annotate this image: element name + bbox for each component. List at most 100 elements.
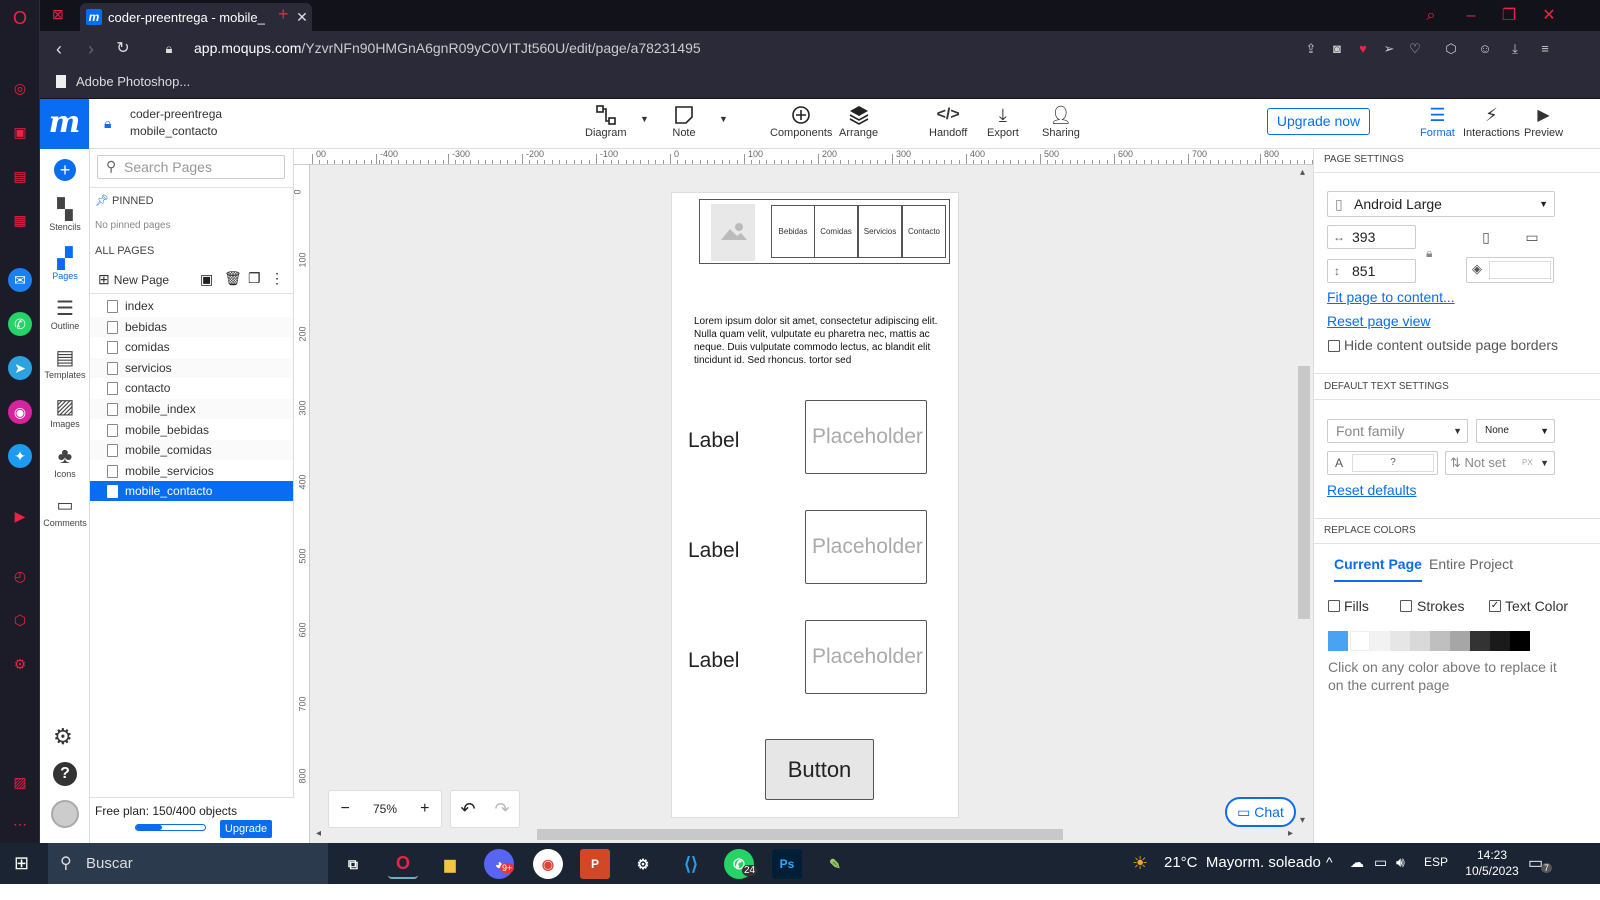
chrome-icon[interactable]: ◉ (533, 849, 563, 879)
whatsapp-icon[interactable]: ✆ (8, 312, 32, 336)
handoff-button[interactable]: </> Handoff (929, 103, 967, 147)
page-item[interactable]: mobile_servicios (90, 461, 293, 481)
font-weight-select[interactable]: None ▼ (1476, 419, 1555, 443)
zoom-in-icon[interactable]: + (420, 800, 429, 818)
note-dropdown-icon[interactable]: ▼ (719, 114, 728, 124)
bookmark-photoshop[interactable]: Adobe Photoshop... (56, 74, 190, 89)
wf-input[interactable]: Placeholder (805, 400, 927, 474)
opera-taskbar-icon[interactable]: O (388, 849, 418, 879)
color-swatch[interactable] (1410, 631, 1430, 651)
vertical-scrollbar[interactable] (1298, 366, 1310, 619)
color-swatch[interactable] (1350, 631, 1370, 651)
search-tabs-icon[interactable]: ⌕ (1412, 4, 1450, 28)
page-item[interactable]: mobile_index (90, 399, 293, 419)
redo-icon[interactable]: ↷ (494, 799, 509, 820)
wf-label[interactable]: Label (688, 429, 739, 453)
profile-icon[interactable]: ☺ (1476, 40, 1494, 58)
rail-templates[interactable]: ▤ Templates (40, 344, 90, 381)
text-color-checkbox[interactable]: ✓ (1489, 600, 1501, 612)
network-icon[interactable]: ▭ (1374, 854, 1387, 871)
more-options-icon[interactable]: ⋮ (270, 270, 284, 287)
minimize-icon[interactable]: – (1452, 4, 1490, 28)
background-color-field[interactable]: ◈ (1466, 257, 1554, 283)
color-swatch[interactable] (1450, 631, 1470, 651)
new-page-button[interactable]: ⊞ New Page (98, 271, 169, 288)
upgrade-now-button[interactable]: Upgrade now (1267, 108, 1370, 135)
heart-icon[interactable]: ♡ (1406, 40, 1424, 58)
help-icon[interactable]: ? (53, 762, 77, 786)
tab-current-page[interactable]: Current Page (1334, 556, 1422, 582)
wf-input[interactable]: Placeholder (805, 620, 927, 694)
canvas[interactable]: Bebidas Comidas Servicios Contacto Lorem… (310, 165, 1313, 845)
twitter-icon[interactable]: ✦ (8, 444, 32, 468)
line-height-field[interactable]: ⇅ Not set PX ▼ (1445, 451, 1555, 475)
avatar[interactable] (51, 800, 79, 828)
forward-icon[interactable]: › (80, 38, 102, 60)
tab-menu-icon[interactable]: ⊠ (52, 6, 64, 23)
page-item[interactable]: servicios (90, 357, 293, 378)
url-field[interactable]: app.moqups.com/YzvrNFn90HMGnA6gnR09yC0VI… (194, 40, 701, 56)
restore-icon[interactable]: ❐ (1490, 4, 1528, 28)
chat-button[interactable]: ▭ Chat (1225, 797, 1296, 827)
height-field[interactable]: ↕ 851 (1327, 259, 1416, 283)
rail-icons[interactable]: ♣ Icons (40, 443, 90, 479)
wf-label[interactable]: Label (688, 539, 739, 563)
wf-nav-contacto[interactable]: Contacto (902, 205, 946, 258)
strokes-checkbox[interactable] (1400, 600, 1412, 612)
device-select[interactable]: ▯ Android Large ▼ (1327, 191, 1555, 217)
wf-button[interactable]: Button (765, 739, 874, 800)
lock-project-icon[interactable]: 🔒︎ (104, 115, 111, 132)
wf-label[interactable]: Label (688, 649, 739, 673)
show-hidden-icon[interactable]: ^ (1326, 854, 1333, 870)
easy-setup-icon[interactable]: ≡ (1536, 40, 1554, 58)
settings-gear-icon[interactable]: ⚙ (53, 724, 73, 750)
page-item[interactable]: index (90, 296, 293, 316)
player-icon[interactable]: ▶ (8, 504, 32, 528)
reset-defaults-link[interactable]: Reset defaults (1327, 482, 1417, 498)
shopping-bag-icon[interactable]: ▣ (8, 120, 32, 144)
task-view-icon[interactable]: ⧉ (338, 849, 368, 879)
wf-nav-comidas[interactable]: Comidas (814, 205, 858, 258)
taskbar-search[interactable]: ⚲ Buscar (48, 843, 328, 884)
landscape-icon[interactable]: ▭ (1510, 225, 1554, 249)
cube-icon[interactable]: ⬡ (8, 608, 32, 632)
rail-comments[interactable]: ▭ Comments (40, 492, 90, 529)
preview-button[interactable]: ▶ Preview (1524, 103, 1563, 147)
scroll-down-icon[interactable]: ▾ (1300, 815, 1305, 826)
project-info[interactable]: coder-preentrega mobile_contacto (130, 106, 222, 140)
weather-text[interactable]: 21°C Mayorm. soleado (1164, 854, 1321, 871)
windows-start-icon[interactable]: ⊞ (14, 853, 29, 874)
page-item[interactable]: mobile_comidas (90, 440, 293, 461)
wf-nav-bebidas[interactable]: Bebidas (771, 205, 815, 258)
rail-pages[interactable]: ▞ Pages (40, 245, 90, 282)
messenger-icon[interactable]: ✉ (8, 268, 32, 292)
export-button[interactable]: ⤓ Export (987, 103, 1019, 147)
zoom-level[interactable]: 75% (373, 802, 397, 816)
volume-icon[interactable]: 🔊︎ (1396, 854, 1405, 871)
onedrive-icon[interactable]: ☁ (1350, 854, 1364, 871)
history-icon[interactable]: ◴ (8, 564, 32, 588)
gallery-icon[interactable]: ▨ (8, 770, 32, 794)
zoom-out-icon[interactable]: − (341, 800, 350, 818)
opera-logo-icon[interactable]: O (8, 6, 32, 30)
color-swatch[interactable] (1430, 631, 1450, 651)
width-field[interactable]: ↔ 393 (1327, 225, 1416, 249)
color-swatch[interactable] (1390, 631, 1410, 651)
new-folder-icon[interactable]: ▣ (200, 271, 213, 288)
font-size-field[interactable]: A ? (1327, 451, 1438, 475)
scroll-left-icon[interactable]: ◂ (316, 828, 321, 839)
color-swatch[interactable] (1328, 631, 1348, 651)
reload-icon[interactable]: ↻ (112, 38, 134, 60)
color-swatch[interactable] (1510, 631, 1530, 651)
color-swatch[interactable] (1370, 631, 1390, 651)
pocket-icon[interactable]: ♥ (1354, 40, 1372, 58)
moqups-logo[interactable]: m (40, 99, 89, 149)
fit-page-link[interactable]: Fit page to content... (1327, 289, 1455, 305)
hide-content-checkbox[interactable] (1328, 340, 1340, 352)
vk-icon[interactable]: ▦ (8, 208, 32, 232)
components-button[interactable]: Components (770, 103, 832, 147)
wf-nav-servicios[interactable]: Servicios (858, 205, 902, 258)
close-window-icon[interactable]: ✕ (1530, 4, 1568, 28)
image-placeholder[interactable] (711, 204, 755, 261)
trash-icon[interactable]: 🗑︎ (224, 270, 242, 287)
